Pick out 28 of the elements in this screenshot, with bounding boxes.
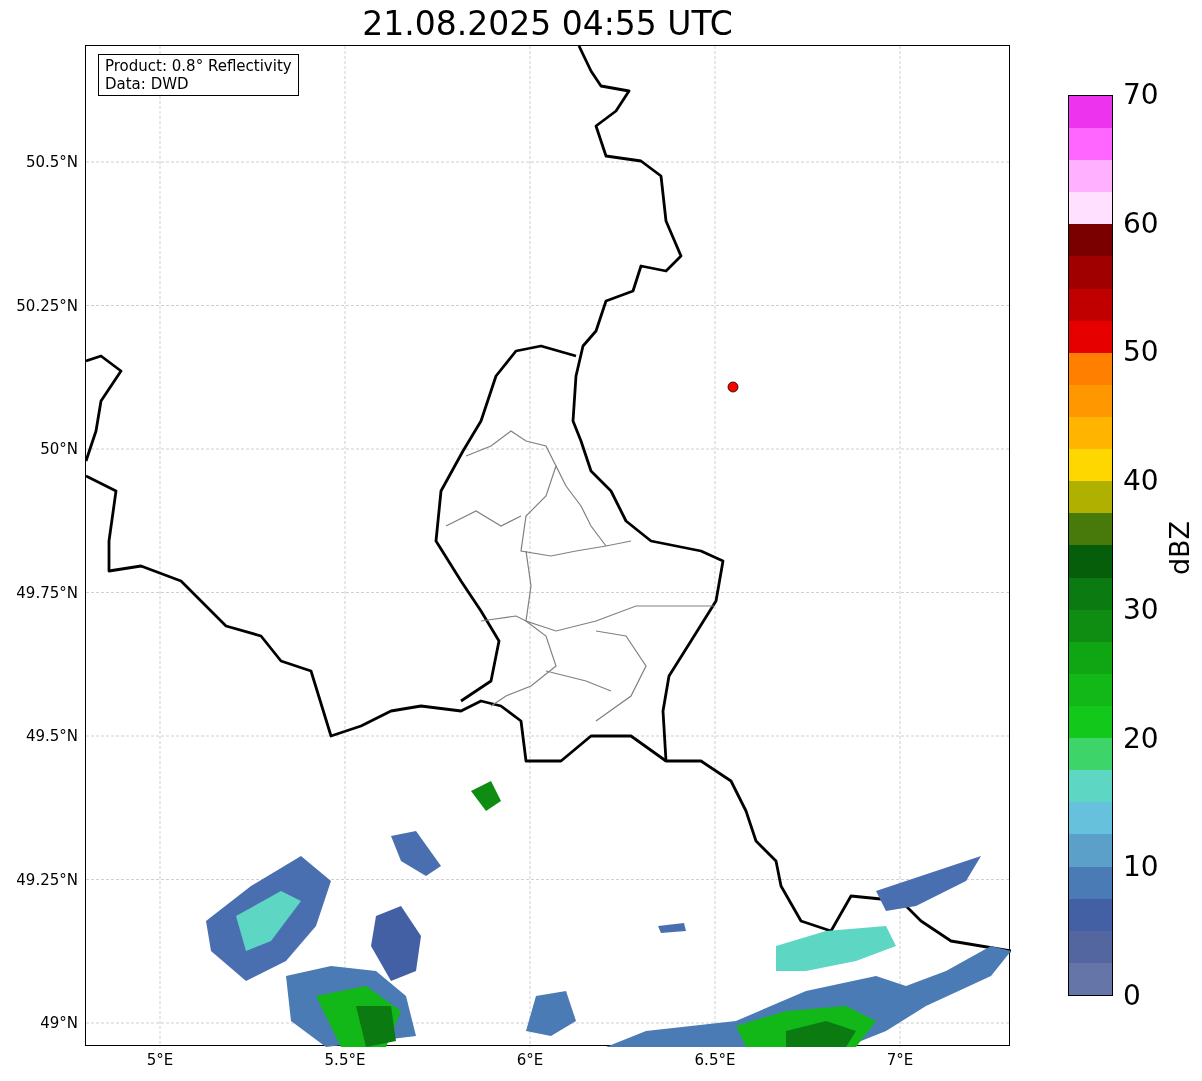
radar-echo <box>471 781 501 811</box>
longitude-label: 5.5°E <box>324 1051 366 1069</box>
latitude-label: 49.75°N <box>16 583 78 602</box>
chart-title: 21.08.2025 04:55 UTC <box>361 3 734 45</box>
latitude-label: 49.5°N <box>25 727 78 745</box>
colorbar-tick-label: 10 <box>1123 851 1159 884</box>
radar-echo <box>526 991 576 1036</box>
longitude-label: 5°E <box>146 1051 174 1069</box>
colorbar-tick-label: 40 <box>1123 465 1159 498</box>
colorbar-tick-label: 50 <box>1123 336 1159 369</box>
radar-echo <box>391 831 441 876</box>
radar-echo <box>658 923 686 933</box>
colorbar-tick-label: 70 <box>1123 79 1159 111</box>
colorbar-tick-label: 60 <box>1123 207 1159 240</box>
colorbar-label: dBZ <box>1163 519 1196 578</box>
latitude-label: 50°N <box>40 440 78 458</box>
latitude-label: 49.25°N <box>16 870 78 889</box>
latitude-label: 49°N <box>40 1014 78 1032</box>
longitude-label: 6.5°E <box>694 1051 736 1069</box>
colorbar-tick-label: 30 <box>1123 593 1159 626</box>
colorbar-tick-label: 20 <box>1123 722 1159 755</box>
latitude-label: 50.5°N <box>25 153 78 171</box>
latitude-label: 50.25°N <box>16 296 78 315</box>
colorbar-tick-label: 0 <box>1123 980 1141 1012</box>
longitude-label: 7°E <box>886 1051 914 1069</box>
data-source-label: Data: DWD <box>105 75 190 93</box>
longitude-label: 6°E <box>516 1051 544 1069</box>
product-label: Product: 0.8° Reflectivity <box>105 57 292 75</box>
